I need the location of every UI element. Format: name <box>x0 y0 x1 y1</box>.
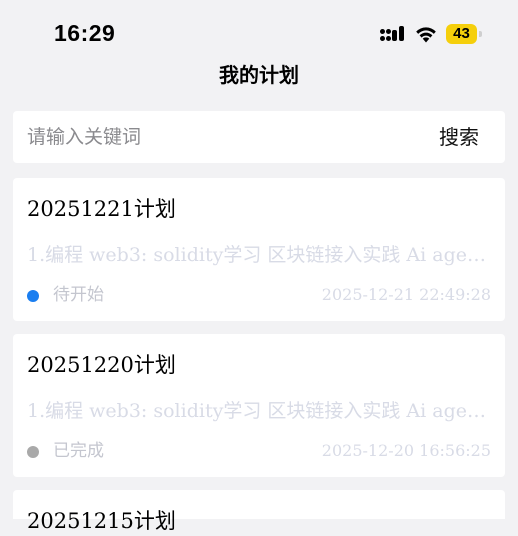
status-time: 16:29 <box>54 20 116 46</box>
search-bar: 搜索 <box>13 111 505 163</box>
plan-card[interactable]: 20251221计划 1.编程 web3: solidity学习 区块链接入实践… <box>13 178 505 321</box>
battery-icon: 43 <box>446 24 482 44</box>
plan-description: 1.编程 web3: solidity学习 区块链接入实践 Ai agent开发 <box>27 244 492 266</box>
plan-title: 20251221计划 <box>27 197 176 221</box>
search-button[interactable]: 搜索 <box>421 121 497 153</box>
plan-description: 1.编程 web3: solidity学习 区块链接入实践 Ai agent开发 <box>27 400 492 422</box>
battery-level: 43 <box>453 25 470 42</box>
plan-title: 20251220计划 <box>27 353 176 377</box>
search-input[interactable] <box>27 121 387 153</box>
plan-status: 待开始 <box>53 285 104 305</box>
plan-card[interactable]: 20251215计划 <box>13 490 505 533</box>
status-bar: 16:29 43 <box>0 0 518 56</box>
plan-timestamp: 2025-12-21 22:49:28 <box>321 285 491 304</box>
status-dot-icon <box>27 290 39 302</box>
status-dot-icon <box>27 446 39 458</box>
battery-tip <box>479 31 482 37</box>
page-title: 我的计划 <box>219 63 299 87</box>
plan-status: 已完成 <box>53 441 104 461</box>
cellular-signal-icon <box>380 26 406 42</box>
plan-card[interactable]: 20251220计划 1.编程 web3: solidity学习 区块链接入实践… <box>13 334 505 477</box>
wifi-icon <box>416 27 436 43</box>
plan-title: 20251215计划 <box>27 509 176 533</box>
plan-timestamp: 2025-12-20 16:56:25 <box>321 441 491 460</box>
